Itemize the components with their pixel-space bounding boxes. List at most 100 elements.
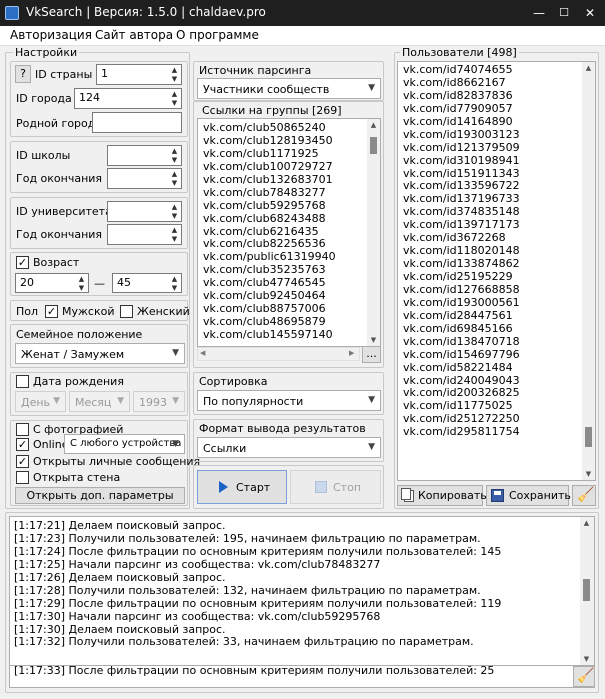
scroll-down-icon[interactable]: ▼	[367, 334, 380, 346]
log-line[interactable]: [1:17:29] После фильтрации по основным к…	[10, 597, 594, 611]
photo-checkbox[interactable]	[16, 423, 29, 436]
school-year-spinbox[interactable]: ▲ ▼	[107, 168, 182, 189]
scroll-down-icon[interactable]: ▼	[580, 653, 593, 665]
menu-auth[interactable]: Авторизация	[10, 28, 92, 42]
spin-down-icon[interactable]: ▼	[169, 284, 180, 292]
stop-button[interactable]: Стоп	[290, 470, 381, 504]
spin-up-icon[interactable]: ▲	[76, 275, 87, 283]
spin-up-icon[interactable]: ▲	[169, 226, 180, 234]
user-link-item[interactable]: vk.com/id121379509	[398, 141, 595, 155]
sort-select[interactable]: По популярности ▼	[197, 390, 381, 411]
menu-author-site[interactable]: Сайт автора	[95, 28, 173, 42]
user-link-item[interactable]: vk.com/id8662167	[398, 76, 595, 90]
year-select[interactable]: 1993 ▼	[133, 391, 185, 412]
user-link-item[interactable]: vk.com/id28447561	[398, 309, 595, 323]
birthdate-checkbox[interactable]	[16, 375, 29, 388]
spin-down-icon[interactable]: ▼	[169, 75, 180, 83]
clear-log-button[interactable]: 🧹	[573, 666, 595, 687]
age-checkbox[interactable]: ✓	[16, 256, 29, 269]
close-button[interactable]: ✕	[579, 4, 601, 22]
hometown-input[interactable]	[92, 112, 182, 133]
group-link-item[interactable]: vk.com/club59295768	[198, 199, 380, 213]
scroll-down-icon[interactable]: ▼	[582, 468, 595, 480]
spin-down-icon[interactable]: ▼	[169, 212, 180, 220]
user-link-item[interactable]: vk.com/id58221484	[398, 361, 595, 375]
scroll-thumb[interactable]	[370, 137, 377, 154]
log-line[interactable]: [1:17:28] Получили пользователей: 132, н…	[10, 584, 594, 598]
extra-params-button[interactable]: Открыть доп. параметры	[15, 487, 185, 504]
spin-up-icon[interactable]: ▲	[169, 203, 180, 211]
spin-down-icon[interactable]: ▼	[169, 235, 180, 243]
output-select[interactable]: Ссылки ▼	[197, 437, 381, 458]
user-link-item[interactable]: vk.com/id69845166	[398, 322, 595, 336]
minimize-button[interactable]: —	[528, 4, 550, 22]
male-checkbox[interactable]: ✓	[45, 305, 58, 318]
log-area[interactable]: [1:17:21] Делаем поисковый запрос. [1:17:…	[9, 516, 595, 666]
day-select[interactable]: День ▼	[15, 391, 66, 412]
log-line[interactable]: [1:17:21] Делаем поисковый запрос.	[10, 519, 594, 533]
log-line[interactable]: [1:17:30] Начали парсинг из сообщества: …	[10, 610, 594, 624]
log-line[interactable]: [1:17:24] После фильтрации по основным к…	[10, 545, 594, 559]
log-line[interactable]: [1:17:23] Получили пользователей: 195, н…	[10, 532, 594, 546]
spin-up-icon[interactable]: ▲	[169, 66, 180, 74]
groups-scrollbar[interactable]: ▲ ▼	[367, 119, 380, 346]
spin-down-icon[interactable]: ▼	[76, 284, 87, 292]
group-link-item[interactable]: vk.com/club68243488	[198, 212, 380, 226]
user-link-item[interactable]: vk.com/id138470718	[398, 335, 595, 349]
scroll-right-icon[interactable]: ▶	[349, 349, 354, 357]
users-list[interactable]: vk.com/id74074655 vk.com/id8662167 vk.com/…	[397, 61, 596, 481]
family-select[interactable]: Женат / Замужем ▼	[15, 343, 185, 364]
university-spinbox[interactable]: ▲ ▼	[107, 201, 182, 222]
university-year-spinbox[interactable]: ▲ ▼	[107, 224, 182, 245]
group-link-item[interactable]: vk.com/club145597140	[198, 328, 380, 342]
group-link-item[interactable]: vk.com/club132683701	[198, 173, 380, 187]
user-link-item[interactable]: vk.com/id77909057	[398, 102, 595, 116]
scroll-thumb[interactable]	[583, 579, 590, 601]
help-button[interactable]: ?	[15, 65, 31, 83]
group-link-item[interactable]: vk.com/club100729727	[198, 160, 380, 174]
user-link-item[interactable]: vk.com/id25195229	[398, 270, 595, 284]
log-scrollbar[interactable]: ▲ ▼	[580, 517, 594, 665]
spin-down-icon[interactable]: ▼	[169, 156, 180, 164]
user-link-item[interactable]: vk.com/id193003123	[398, 128, 595, 142]
user-link-item[interactable]: vk.com/id74074655	[398, 63, 595, 77]
spin-up-icon[interactable]: ▲	[169, 147, 180, 155]
menu-about[interactable]: О программе	[176, 28, 259, 42]
scroll-up-icon[interactable]: ▲	[580, 517, 593, 529]
maximize-button[interactable]: ☐	[553, 4, 575, 22]
country-spinbox[interactable]: 1 ▲ ▼	[96, 64, 182, 85]
spin-up-icon[interactable]: ▲	[169, 170, 180, 178]
spin-down-icon[interactable]: ▼	[169, 99, 180, 107]
city-spinbox[interactable]: 124 ▲ ▼	[74, 88, 182, 109]
scroll-left-icon[interactable]: ◀	[200, 349, 205, 357]
spin-up-icon[interactable]: ▲	[169, 275, 180, 283]
age-to-spinbox[interactable]: 45 ▲ ▼	[112, 273, 182, 293]
age-from-spinbox[interactable]: 20 ▲ ▼	[15, 273, 89, 293]
log-line[interactable]: [1:17:26] Делаем поисковый запрос.	[10, 571, 594, 585]
log-line[interactable]: [1:17:25] Начали парсинг из сообщества: …	[10, 558, 594, 572]
spin-up-icon[interactable]: ▲	[169, 90, 180, 98]
source-select[interactable]: Участники сообществ ▼	[197, 78, 381, 99]
user-link-item[interactable]: vk.com/id127668858	[398, 283, 595, 297]
wall-checkbox[interactable]	[16, 471, 29, 484]
user-link-item[interactable]: vk.com/id295811754	[398, 425, 595, 439]
group-link-item[interactable]: vk.com/club78483277	[198, 186, 380, 200]
copy-button[interactable]: Копировать	[397, 485, 487, 506]
user-link-item[interactable]: vk.com/id14164890	[398, 115, 595, 129]
start-button[interactable]: Старт	[197, 470, 287, 504]
log-line[interactable]: [1:17:32] Получили пользователей: 33, на…	[10, 635, 594, 649]
group-link-item[interactable]: vk.com/club50865240	[198, 121, 380, 135]
group-link-item[interactable]: vk.com/club128193450	[198, 134, 380, 148]
scroll-up-icon[interactable]: ▲	[367, 119, 380, 131]
pm-checkbox[interactable]: ✓	[16, 455, 29, 468]
scroll-up-icon[interactable]: ▲	[582, 62, 595, 74]
groups-hscrollbar[interactable]: ◀ ▶	[197, 347, 360, 361]
online-checkbox[interactable]: ✓	[16, 438, 29, 451]
group-link-item[interactable]: vk.com/club1171925	[198, 147, 380, 161]
save-button[interactable]: Сохранить	[486, 485, 571, 506]
clear-users-button[interactable]: 🧹	[572, 485, 596, 506]
user-link-item[interactable]: vk.com/id193000561	[398, 296, 595, 310]
device-select[interactable]: С любого устройства ▼	[64, 434, 185, 454]
school-spinbox[interactable]: ▲ ▼	[107, 145, 182, 166]
user-link-item[interactable]: vk.com/id82837836	[398, 89, 595, 103]
